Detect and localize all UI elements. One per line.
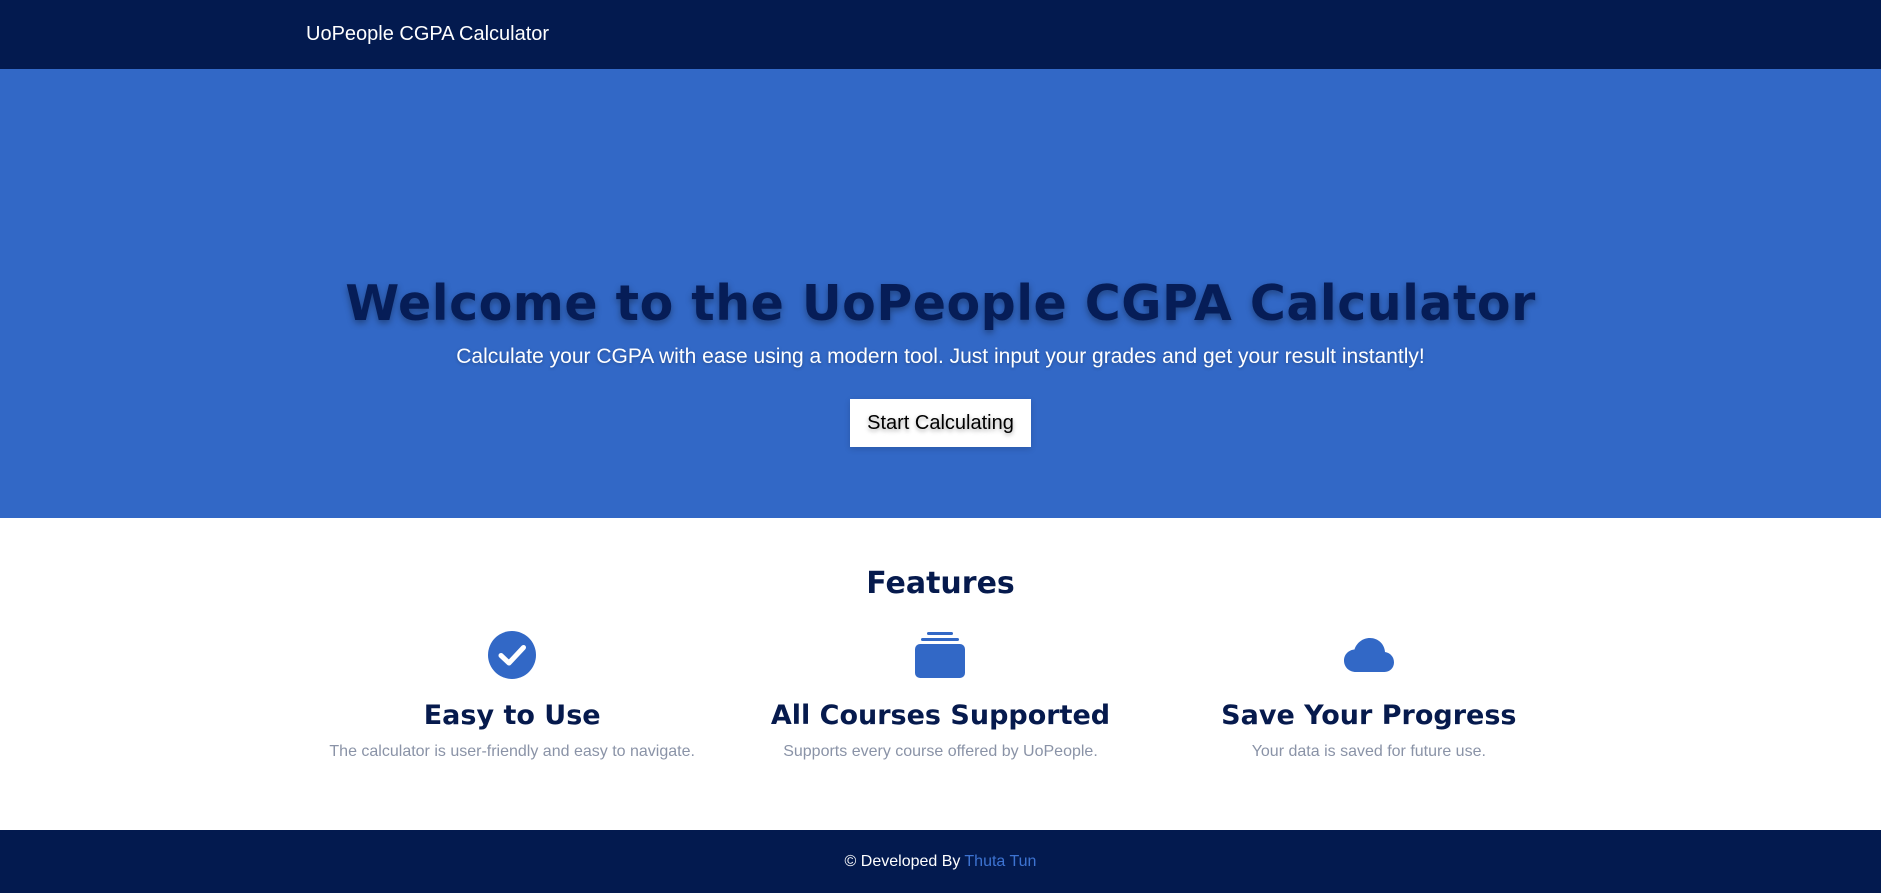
check-circle-icon [486,631,538,679]
cloud-icon [1343,631,1395,679]
hero-section: Welcome to the UoPeople CGPA Calculator … [0,69,1881,518]
hero-subtitle: Calculate your CGPA with ease using a mo… [456,345,1425,368]
brand-link[interactable]: UoPeople CGPA Calculator [306,23,549,46]
layers-icon [914,631,966,679]
author-link[interactable]: Thuta Tun [964,853,1036,871]
features-section: Features Easy to Use The calculator is u… [0,518,1881,830]
features-heading: Features [866,566,1015,601]
footer-credit: © Developed By [844,852,961,870]
feature-card-save-progress: Save Your Progress Your data is saved fo… [1155,631,1583,763]
footer: © Developed By Thuta Tun [0,830,1881,893]
feature-description: Your data is saved for future use. [1251,743,1486,760]
navbar: UoPeople CGPA Calculator [0,0,1881,69]
feature-description: Supports every course offered by UoPeopl… [783,743,1098,760]
feature-grid: Easy to Use The calculator is user-frien… [298,631,1583,763]
feature-title: Easy to Use [423,700,601,731]
feature-title: All Courses Supported [770,700,1111,731]
hero-title: Welcome to the UoPeople CGPA Calculator [345,275,1536,332]
feature-title: Save Your Progress [1221,700,1517,731]
start-calculating-button[interactable]: Start Calculating [850,399,1031,447]
feature-card-easy-to-use: Easy to Use The calculator is user-frien… [298,631,726,763]
feature-description: The calculator is user-friendly and easy… [329,743,695,760]
feature-card-all-courses: All Courses Supported Supports every cou… [726,631,1154,763]
